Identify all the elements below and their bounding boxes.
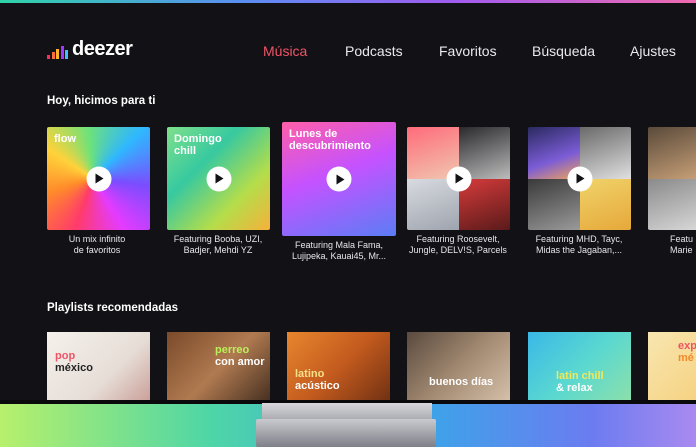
- card-caption: Featuring MHD, Tayc, Midas the Jagaban,.…: [535, 234, 623, 255]
- play-icon[interactable]: [206, 166, 231, 191]
- play-icon[interactable]: [446, 166, 471, 191]
- playlist-title: perreo con amor: [215, 344, 265, 368]
- playlist-title: pop méxico: [55, 350, 93, 374]
- playlist-title: buenos días: [429, 376, 494, 388]
- playlist-pop-mexico[interactable]: pop méxico: [47, 332, 150, 403]
- playlist-title: latino acústico: [295, 368, 340, 392]
- artist-photo: [648, 178, 696, 230]
- nav-item-musica[interactable]: Música: [263, 43, 307, 59]
- nav-item-favoritos[interactable]: Favoritos: [439, 43, 497, 59]
- card-caption: Featuring Mala Fama, Lujipeka, Kauai45, …: [291, 240, 387, 261]
- card-caption: Featu Marie: [670, 234, 694, 255]
- card-artist-mix-2[interactable]: [528, 127, 631, 230]
- card-lunes-de-descubrimiento[interactable]: Lunes de descubrimiento: [282, 122, 396, 236]
- artist-photo: [648, 127, 696, 179]
- card-domingo-chill[interactable]: Domingo chill: [167, 127, 270, 230]
- playlist-latin-chill-relax[interactable]: latin chill & relax: [528, 332, 631, 403]
- tv-stand-base: [256, 419, 436, 447]
- card-title: Domingo chill: [174, 133, 222, 157]
- play-icon[interactable]: [326, 166, 352, 192]
- playlist-perreo-con-amor[interactable]: perreo con amor: [167, 332, 270, 403]
- playlist-explora-mexico[interactable]: expl mé: [648, 332, 696, 403]
- play-icon[interactable]: [86, 166, 111, 191]
- main-nav: Música Podcasts Favoritos Búsqueda Ajust…: [0, 43, 696, 63]
- card-title: flow: [54, 133, 76, 145]
- card-caption: Featuring Roosevelt, Jungle, DELV!S, Par…: [409, 234, 507, 255]
- playlist-title: latin chill & relax: [556, 370, 604, 394]
- playlist-title: expl mé: [678, 340, 696, 364]
- card-caption: Featuring Booba, UZI, Badjer, Mehdi YZ: [173, 234, 263, 255]
- card-artist-mix-1[interactable]: [407, 127, 510, 230]
- section-title-recommended: Playlists recomendadas: [47, 302, 179, 314]
- playlist-buenos-dias[interactable]: buenos días: [407, 332, 510, 403]
- playlist-latino-acustico[interactable]: latino acústico: [287, 332, 390, 403]
- play-icon[interactable]: [567, 166, 592, 191]
- nav-item-podcasts[interactable]: Podcasts: [345, 43, 403, 59]
- card-artist-mix-3[interactable]: [648, 127, 696, 230]
- section-title-made-for-you: Hoy, hicimos para ti: [47, 95, 156, 107]
- card-title: Lunes de descubrimiento: [289, 128, 371, 152]
- card-flow[interactable]: flow: [47, 127, 150, 230]
- nav-item-busqueda[interactable]: Búsqueda: [532, 43, 595, 59]
- tv-screen: deezer Música Podcasts Favoritos Búsqued…: [0, 3, 696, 403]
- nav-item-ajustes[interactable]: Ajustes: [630, 43, 676, 59]
- card-caption: Un mix infinito de favoritos: [68, 234, 126, 255]
